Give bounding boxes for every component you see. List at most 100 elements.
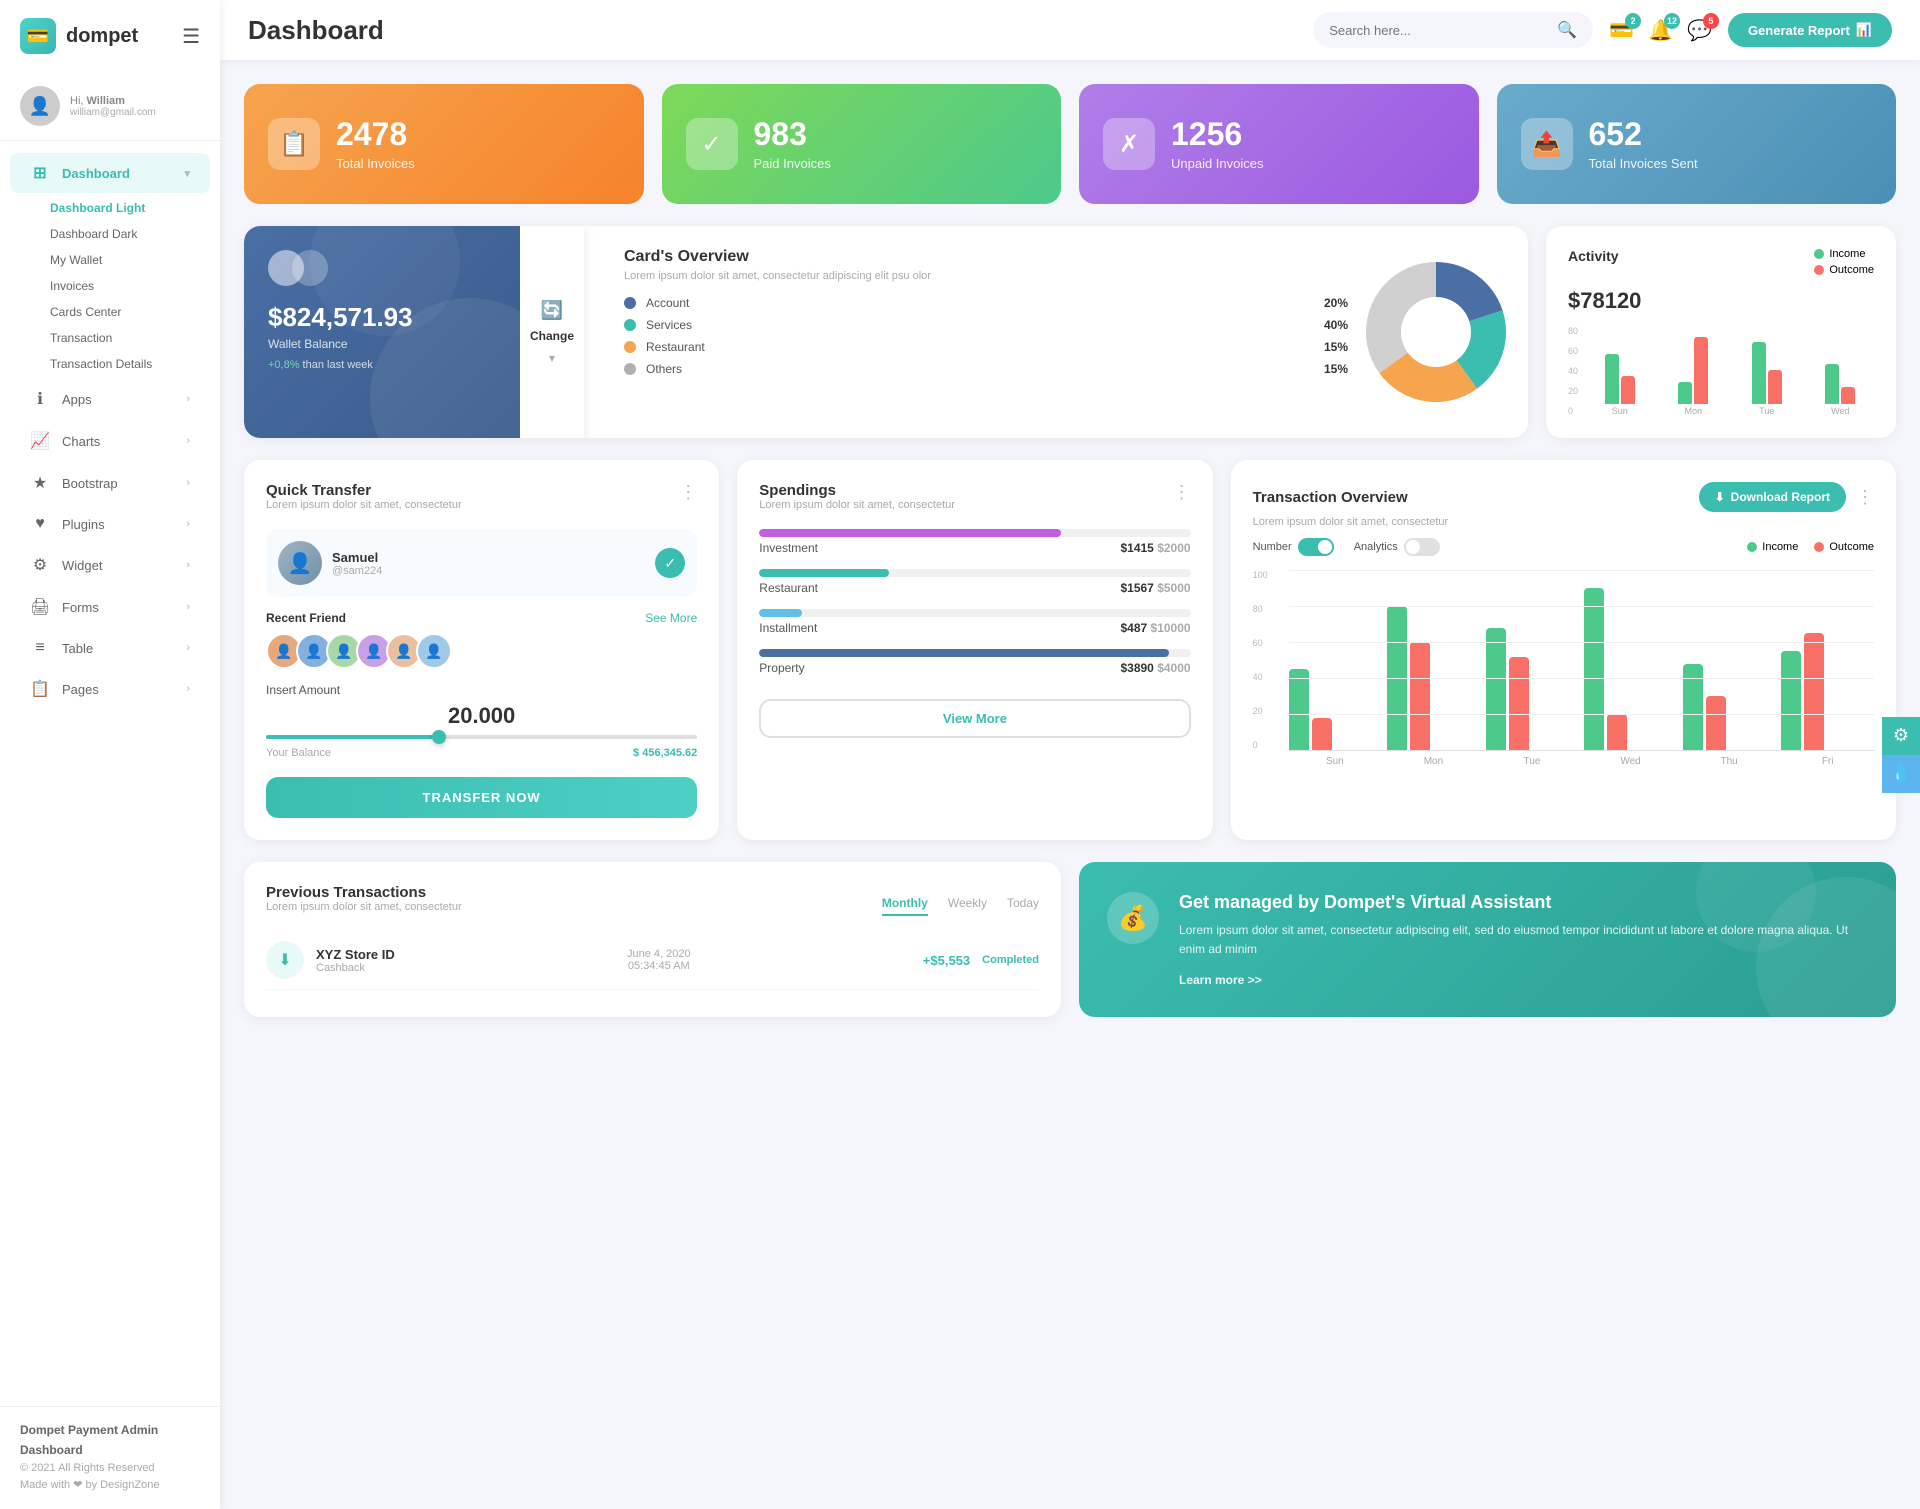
change-button[interactable]: 🔄 Change ▾ [520, 226, 584, 438]
tx-label-wed: Wed [1584, 756, 1677, 767]
sidebar-subitem-invoices[interactable]: Invoices [40, 273, 220, 299]
slider-fill [266, 735, 439, 739]
sidebar-item-plugins[interactable]: ♥ Plugins › [10, 505, 210, 543]
chevron-down-icon: ▾ [184, 167, 190, 180]
account-dot [624, 297, 636, 309]
amount-slider[interactable] [266, 735, 697, 739]
view-more-button[interactable]: View More [759, 699, 1190, 738]
sidebar-subitem-dashboard-dark[interactable]: Dashboard Dark [40, 221, 220, 247]
header: Dashboard 🔍 💳 2 🔔 12 💬 5 Generate Report… [220, 0, 1920, 60]
property-bar-track [759, 649, 1190, 657]
installment-label: Installment [759, 621, 817, 635]
tx-income-legend: Income [1747, 541, 1798, 553]
restaurant-label: Restaurant [646, 340, 1314, 354]
sidebar-subitem-transaction-details[interactable]: Transaction Details [40, 351, 220, 377]
recent-friends-section: Recent Friend See More 👤 👤 👤 👤 👤 👤 [266, 611, 697, 669]
installment-amount: $487 $10000 [1120, 621, 1190, 635]
va-learn-more-link[interactable]: Learn more >> [1179, 973, 1868, 987]
cards-overview-wrap: $824,571.93 Wallet Balance +0,8% than la… [244, 226, 1528, 438]
paid-invoices-label: Paid Invoices [754, 156, 831, 171]
grid-line-40 [1289, 678, 1874, 679]
chat-icon-button[interactable]: 💬 5 [1687, 18, 1712, 43]
wallet-icon-button[interactable]: 💳 2 [1609, 18, 1634, 43]
sidebar-item-pages[interactable]: 📋 Pages › [10, 669, 210, 709]
sidebar-item-apps[interactable]: ℹ Apps › [10, 379, 210, 419]
insert-amount-value: 20.000 [266, 703, 697, 729]
logo-icon: 💳 [20, 18, 56, 54]
search-input[interactable] [1329, 23, 1549, 38]
chevron-right-icon: › [186, 477, 190, 489]
chevron-right-icon: › [186, 435, 190, 447]
insert-amount-section: Insert Amount 20.000 Your Balance $ 456,… [266, 683, 697, 759]
installment-bar-fill [759, 609, 802, 617]
sidebar-submenu-dashboard: Dashboard Light Dashboard Dark My Wallet… [0, 195, 220, 377]
tab-today[interactable]: Today [1007, 896, 1039, 916]
user-name: William [87, 95, 125, 107]
restaurant-amount: $1567 $5000 [1120, 581, 1190, 595]
outcome-bar-wed [1841, 387, 1855, 404]
activity-bar-chart: 806040200 Sun [1568, 326, 1874, 416]
outcome-bar-sun [1621, 376, 1635, 404]
settings-sidebar: ⚙ 💧 [1882, 717, 1920, 793]
number-toggle-wrap: Number [1253, 538, 1334, 556]
change-label: Change [530, 329, 574, 343]
generate-report-button[interactable]: Generate Report 📊 [1728, 13, 1892, 47]
sidebar-subitem-cards-center[interactable]: Cards Center [40, 299, 220, 325]
analytics-toggle[interactable] [1404, 538, 1440, 556]
others-pct: 15% [1324, 362, 1348, 376]
va-title: Get managed by Dompet's Virtual Assistan… [1179, 892, 1868, 913]
sidebar-item-bootstrap[interactable]: ★ Bootstrap › [10, 463, 210, 503]
download-report-label: Download Report [1731, 490, 1830, 504]
sidebar-subitem-transaction[interactable]: Transaction [40, 325, 220, 351]
restaurant-bar-track [759, 569, 1190, 577]
sidebar-item-label: Apps [62, 392, 92, 407]
tab-monthly[interactable]: Monthly [882, 896, 928, 916]
avatar: 👤 [20, 86, 60, 126]
hamburger-button[interactable]: ☰ [182, 24, 200, 49]
sidebar-subitem-my-wallet[interactable]: My Wallet [40, 247, 220, 273]
tx-overview-more-button[interactable]: ⋮ [1856, 487, 1874, 508]
total-invoices-icon: 📋 [268, 118, 320, 170]
table-row: ⬇ XYZ Store ID Cashback June 4, 2020 05:… [266, 931, 1039, 990]
download-icon: ⬇ [1715, 490, 1725, 504]
sidebar-item-dashboard[interactable]: ⊞ Dashboard ▾ [10, 153, 210, 193]
tab-weekly[interactable]: Weekly [948, 896, 987, 916]
quick-transfer-desc: Lorem ipsum dolor sit amet, consectetur [266, 499, 462, 511]
va-desc: Lorem ipsum dolor sit amet, consectetur … [1179, 921, 1868, 959]
refresh-icon: 🔄 [541, 300, 563, 321]
spending-installment: Installment $487 $10000 [759, 609, 1190, 635]
others-label: Others [646, 362, 1314, 376]
see-more-button[interactable]: See More [645, 611, 697, 625]
slider-thumb[interactable] [432, 730, 446, 744]
friend-avatar-6[interactable]: 👤 [416, 633, 452, 669]
sidebar-item-label: Dashboard [62, 166, 130, 181]
settings-button[interactable]: ⚙ [1882, 717, 1920, 755]
greeting: Hi, William [70, 95, 156, 107]
overview-item-account: Account 20% [624, 296, 1348, 310]
sidebar-item-charts[interactable]: 📈 Charts › [10, 421, 210, 461]
bell-icon-button[interactable]: 🔔 12 [1648, 18, 1673, 43]
wallet-amount: $824,571.93 [268, 302, 496, 333]
sidebar-subitem-dashboard-light[interactable]: Dashboard Light [40, 195, 220, 221]
overview-item-services: Services 40% [624, 318, 1348, 332]
content-area: 📋 2478 Total Invoices ✓ 983 Paid Invoice… [220, 60, 1920, 1509]
color-button[interactable]: 💧 [1882, 755, 1920, 793]
va-inner: 💰 Get managed by Dompet's Virtual Assist… [1107, 892, 1868, 987]
chevron-right-icon: › [186, 683, 190, 695]
chat-badge: 5 [1703, 13, 1719, 29]
wallet-change-value: +0,8% [268, 359, 300, 371]
transfer-now-button[interactable]: TRANSFER NOW [266, 777, 697, 818]
unpaid-invoices-info: 1256 Unpaid Invoices [1171, 117, 1264, 171]
restaurant-info: Restaurant $1567 $5000 [759, 581, 1190, 595]
sidebar-item-table[interactable]: ≡ Table › [10, 629, 210, 667]
sidebar-item-forms[interactable]: 🖨 Forms › [10, 587, 210, 627]
number-toggle[interactable] [1298, 538, 1334, 556]
cards-overview-content: Card's Overview Lorem ipsum dolor sit am… [602, 226, 1528, 438]
sidebar-item-widget[interactable]: ⚙ Widget › [10, 545, 210, 585]
prev-tx-tabs: Monthly Weekly Today [882, 896, 1039, 916]
download-report-button[interactable]: ⬇ Download Report [1699, 482, 1846, 512]
stat-card-total-invoices: 📋 2478 Total Invoices [244, 84, 644, 204]
investment-bar-fill [759, 529, 1061, 537]
spendings-more-button[interactable]: ⋮ [1173, 482, 1191, 503]
quick-transfer-more-button[interactable]: ⋮ [679, 482, 697, 503]
